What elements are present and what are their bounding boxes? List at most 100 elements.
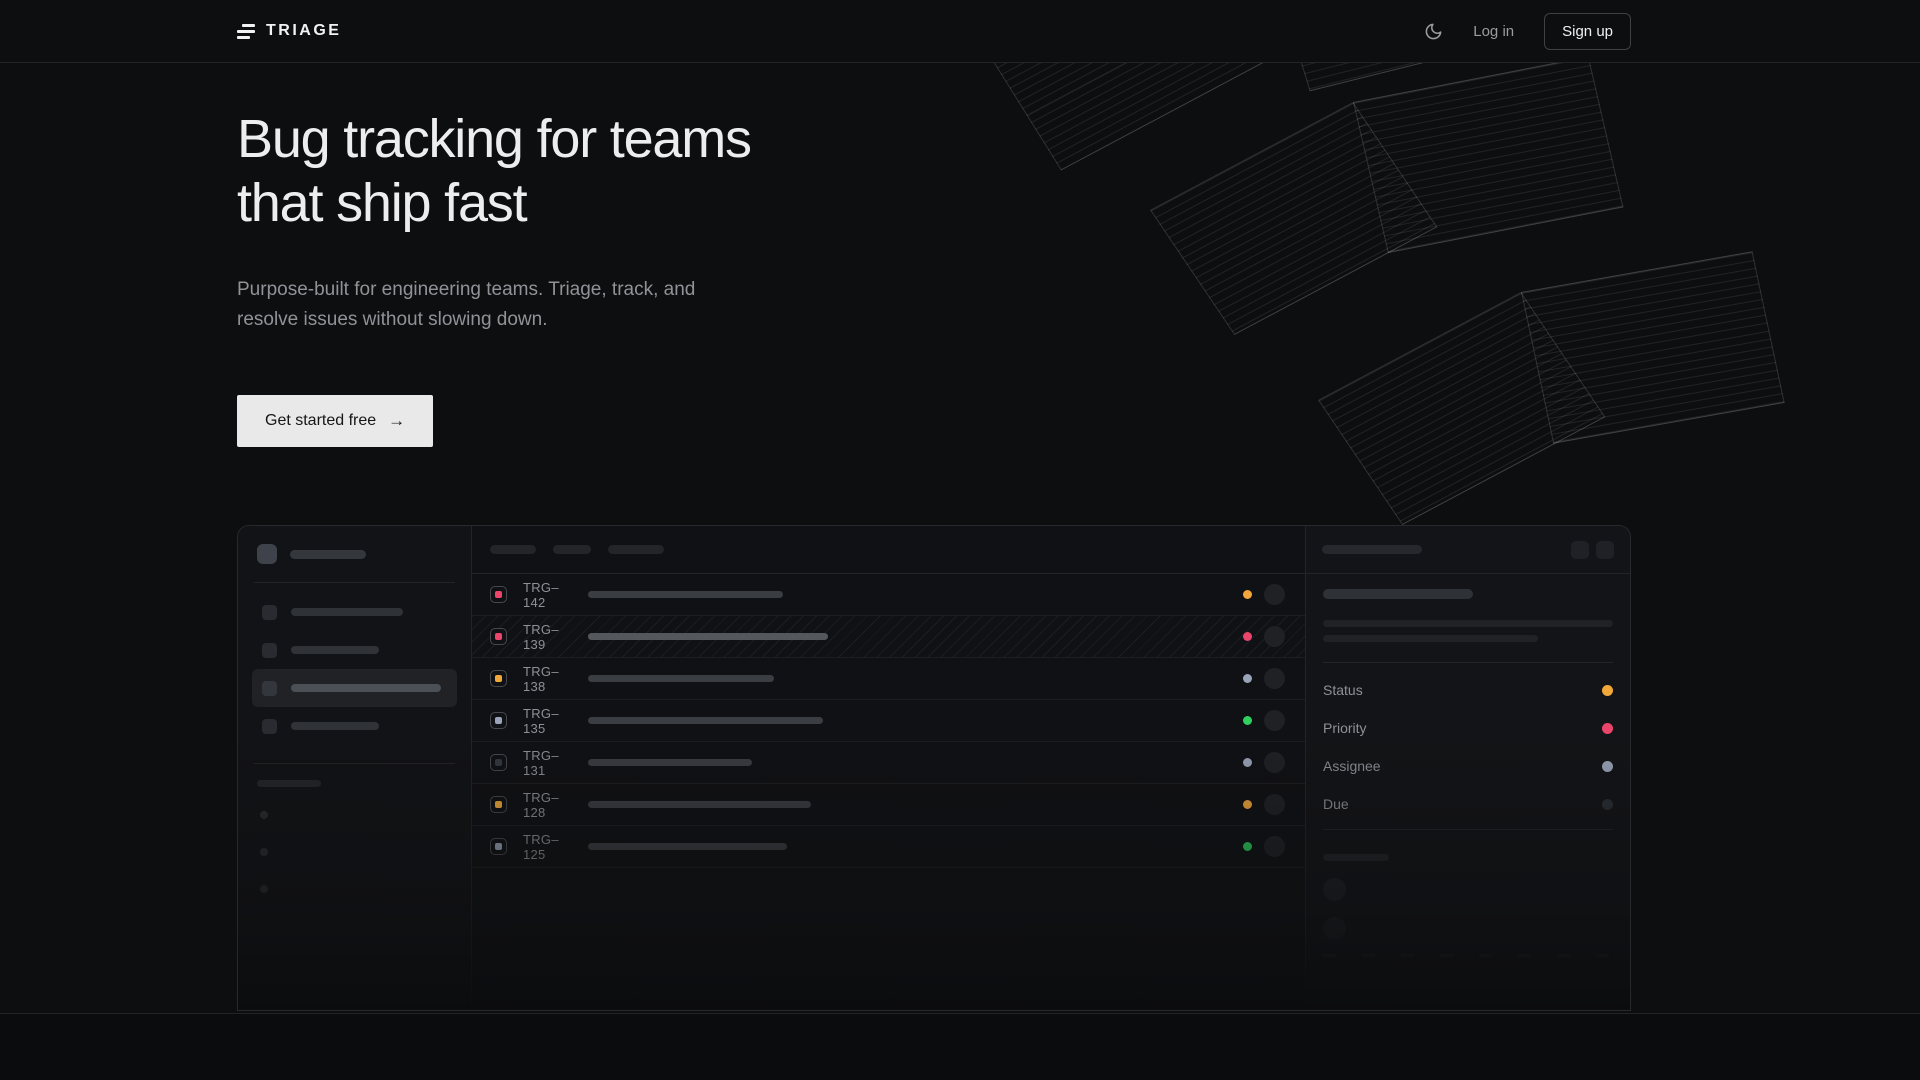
field-label: Priority: [1323, 720, 1367, 736]
hero-subtitle-line2: resolve issues without slowing down.: [237, 305, 1631, 335]
sidebar-item-label-placeholder: [291, 722, 379, 730]
sidebar-dot-placeholder: [260, 885, 268, 893]
issue-row[interactable]: TRG–125: [472, 826, 1305, 868]
issue-title-placeholder: [588, 633, 828, 640]
get-started-label: Get started free: [265, 412, 376, 430]
priority-dot: [1243, 800, 1252, 809]
detail-field-row[interactable]: Status: [1323, 671, 1613, 709]
mockup-issue-list: TRG–142 TRG–139 TRG–138 TRG–135 TRG–131 …: [472, 526, 1306, 1010]
detail-panel-body: Status Priority Assignee Due: [1306, 574, 1630, 957]
issue-title-placeholder: [588, 843, 787, 850]
issue-id: TRG–135: [523, 706, 573, 736]
sidebar-item-label-placeholder: [291, 684, 441, 692]
sidebar-item[interactable]: [252, 631, 457, 669]
panel-action-button[interactable]: [1596, 541, 1614, 559]
issue-title-placeholder: [1323, 589, 1473, 599]
issue-id: TRG–125: [523, 832, 573, 862]
app-mockup: TRG–142 TRG–139 TRG–138 TRG–135 TRG–131 …: [237, 525, 1631, 1011]
issue-id: TRG–128: [523, 790, 573, 820]
mockup-workspace-row[interactable]: [257, 544, 457, 564]
sidebar-item-active[interactable]: [252, 669, 457, 707]
hero-subtitle-line1: Purpose-built for engineering teams. Tri…: [237, 275, 1631, 305]
assignee-avatar: [1264, 752, 1285, 773]
workspace-name-placeholder: [290, 550, 366, 559]
issue-title-placeholder: [588, 717, 823, 724]
assignee-avatar: [1264, 836, 1285, 857]
description-line-placeholder: [1323, 620, 1613, 627]
issue-status-icon: [490, 670, 507, 687]
filter-pill-placeholder: [553, 545, 591, 554]
field-label: Due: [1323, 796, 1349, 812]
hero-title-line1: Bug tracking for teams: [237, 108, 1631, 172]
assignee-avatar: [1264, 710, 1285, 731]
sidebar-item[interactable]: [252, 593, 457, 631]
arrow-right-icon: →: [388, 411, 405, 431]
issue-row[interactable]: TRG–135: [472, 700, 1305, 742]
issue-status-icon: [490, 586, 507, 603]
activity-label-placeholder: [1323, 854, 1389, 861]
field-value-dot: [1602, 761, 1613, 772]
signup-button[interactable]: Sign up: [1544, 13, 1631, 50]
moon-icon: [1424, 22, 1443, 41]
priority-dot: [1243, 842, 1252, 851]
hero-subtitle: Purpose-built for engineering teams. Tri…: [237, 275, 1631, 335]
issue-title-placeholder: [588, 675, 774, 682]
issue-status-icon: [490, 838, 507, 855]
issue-row[interactable]: TRG–142: [472, 574, 1305, 616]
field-value-dot: [1602, 723, 1613, 734]
sidebar-section-label-placeholder: [257, 780, 321, 787]
detail-field-row[interactable]: Assignee: [1323, 747, 1613, 785]
sidebar-divider: [254, 582, 455, 583]
priority-dot: [1243, 674, 1252, 683]
issue-title-placeholder: [588, 801, 811, 808]
hero-title: Bug tracking for teams that ship fast: [237, 108, 1631, 235]
sidebar-item[interactable]: [252, 707, 457, 745]
issue-status-icon: [490, 796, 507, 813]
panel-divider: [1323, 662, 1613, 663]
sidebar-item-icon-placeholder: [262, 719, 277, 734]
issue-title-placeholder: [588, 759, 752, 766]
issue-row[interactable]: TRG–131: [472, 742, 1305, 784]
issue-row[interactable]: TRG–128: [472, 784, 1305, 826]
issue-status-icon: [490, 628, 507, 645]
theme-toggle-button[interactable]: [1424, 22, 1443, 41]
sidebar-divider: [254, 763, 455, 764]
brand-name: TRIAGE: [266, 22, 341, 40]
issue-status-icon: [490, 754, 507, 771]
field-label: Assignee: [1323, 758, 1381, 774]
sidebar-item-icon-placeholder: [262, 681, 277, 696]
detail-breadcrumb-placeholder: [1322, 545, 1422, 554]
top-nav: TRIAGE Log in Sign up: [0, 0, 1920, 63]
panel-divider: [1323, 829, 1613, 830]
panel-action-button[interactable]: [1571, 541, 1589, 559]
assignee-avatar: [1264, 794, 1285, 815]
nav-actions: Log in Sign up: [1424, 13, 1631, 50]
issue-rows: TRG–142 TRG–139 TRG–138 TRG–135 TRG–131 …: [472, 574, 1305, 868]
priority-dot: [1243, 632, 1252, 641]
assignee-avatar: [1264, 584, 1285, 605]
issue-row[interactable]: TRG–139: [472, 616, 1305, 658]
field-value-dot: [1602, 799, 1613, 810]
get-started-button[interactable]: Get started free →: [237, 395, 433, 447]
sidebar-item-icon-placeholder: [262, 605, 277, 620]
sidebar-item-label-placeholder: [291, 608, 403, 616]
field-value-dot: [1602, 685, 1613, 696]
priority-dot: [1243, 716, 1252, 725]
activity-dashes-placeholder: [1323, 954, 1613, 957]
triage-logo-icon: [237, 24, 255, 39]
description-line-placeholder: [1323, 635, 1538, 642]
sidebar-item-icon-placeholder: [262, 643, 277, 658]
filter-pill-placeholder: [608, 545, 664, 554]
priority-dot: [1243, 590, 1252, 599]
issue-id: TRG–139: [523, 622, 573, 652]
issue-id: TRG–138: [523, 664, 573, 694]
detail-field-row[interactable]: Priority: [1323, 709, 1613, 747]
login-link[interactable]: Log in: [1473, 23, 1514, 40]
detail-fields: Status Priority Assignee Due: [1323, 671, 1613, 823]
issue-row[interactable]: TRG–138: [472, 658, 1305, 700]
detail-field-row[interactable]: Due: [1323, 785, 1613, 823]
brand-logo[interactable]: TRIAGE: [237, 22, 341, 40]
field-label: Status: [1323, 682, 1363, 698]
priority-dot: [1243, 758, 1252, 767]
issue-list-toolbar: [472, 526, 1305, 574]
